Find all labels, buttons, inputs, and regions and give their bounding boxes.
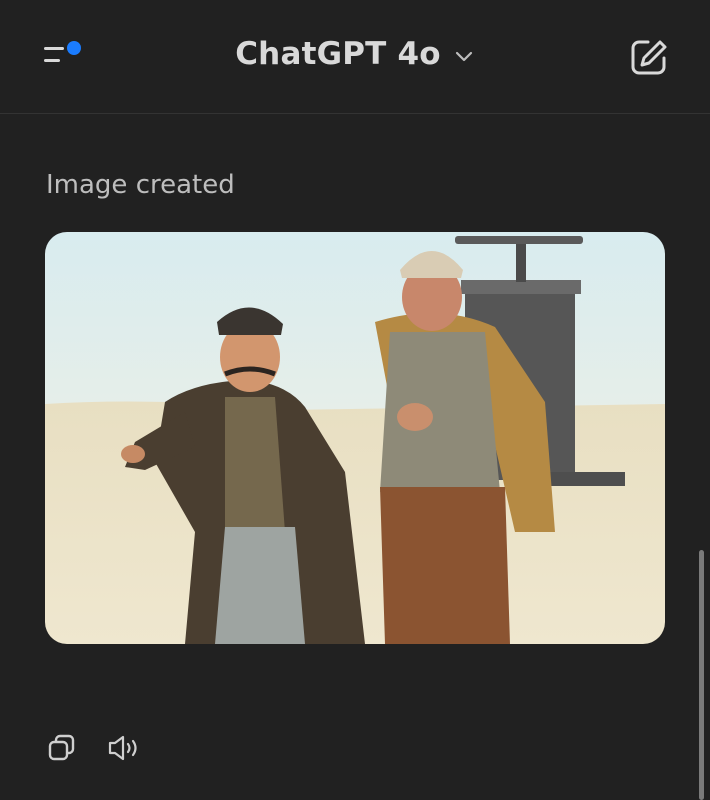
new-chat-button[interactable] <box>628 36 670 78</box>
model-title: ChatGPT 4o <box>235 36 441 72</box>
read-aloud-button[interactable] <box>106 730 142 766</box>
speaker-icon <box>108 735 137 761</box>
copy-button[interactable] <box>44 730 80 766</box>
chat-screen: ChatGPT 4o Image created <box>0 0 710 800</box>
model-selector[interactable]: ChatGPT 4o <box>0 36 710 72</box>
scrollbar[interactable] <box>699 550 704 800</box>
compose-icon <box>631 40 667 75</box>
desert-scene-image <box>45 232 665 644</box>
message-actions <box>44 730 142 766</box>
chevron-down-icon <box>455 51 472 62</box>
copy-icon <box>48 734 75 761</box>
image-status-label: Image created <box>46 170 235 200</box>
generated-image[interactable] <box>45 232 665 644</box>
top-bar: ChatGPT 4o <box>0 0 710 114</box>
